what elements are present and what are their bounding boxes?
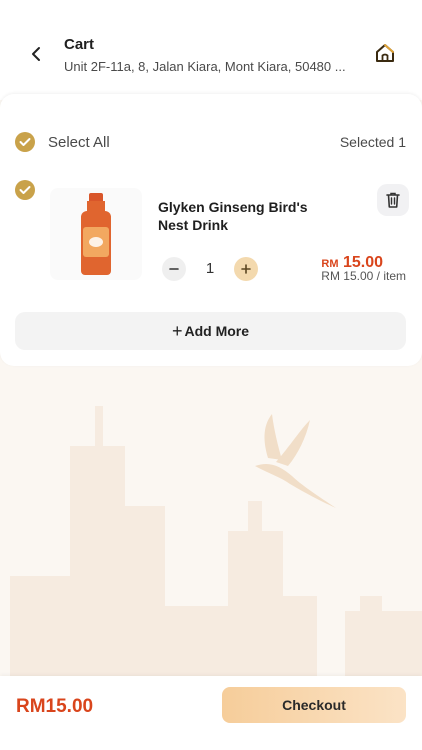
quantity-decrease-button[interactable] — [162, 257, 186, 281]
header: Cart Unit 2F-11a, 8, Jalan Kiara, Mont K… — [0, 0, 422, 100]
add-more-label: Add More — [184, 323, 250, 339]
selected-count: Selected 1 — [339, 134, 406, 150]
trash-icon — [386, 192, 400, 208]
plus-icon: + — [171, 320, 183, 341]
checkout-bar: RM15.00 Checkout — [0, 676, 422, 750]
city-skyline-illustration — [10, 406, 422, 676]
plus-icon — [241, 264, 251, 274]
add-more-button[interactable]: + Add More — [15, 312, 406, 350]
select-all-label[interactable]: Select All — [48, 134, 110, 151]
delete-item-button[interactable] — [377, 184, 409, 216]
total-amount: RM15.00 — [16, 696, 94, 717]
back-button[interactable] — [22, 40, 50, 68]
product-image[interactable] — [50, 188, 142, 280]
home-button[interactable] — [372, 40, 398, 66]
bottle-image — [78, 193, 114, 275]
check-icon — [19, 186, 31, 194]
page-title: Cart — [64, 36, 95, 53]
delivery-address[interactable]: Unit 2F-11a, 8, Jalan Kiara, Mont Kiara,… — [64, 59, 404, 74]
home-icon — [376, 44, 394, 62]
unit-price: RM 15.00 / item — [321, 269, 406, 283]
product-name[interactable]: Glyken Ginseng Bird's Nest Drink — [158, 198, 338, 234]
select-all-checkbox[interactable] — [15, 132, 35, 152]
quantity-value: 1 — [205, 260, 215, 277]
checkout-button[interactable]: Checkout — [222, 687, 406, 723]
chevron-left-icon — [32, 47, 40, 61]
item-checkbox[interactable] — [15, 180, 35, 200]
cart-card: Select All Selected 1 Glyken Ginseng Bir… — [0, 94, 422, 366]
check-icon — [19, 138, 31, 146]
quantity-increase-button[interactable] — [234, 257, 258, 281]
minus-icon — [169, 268, 179, 270]
